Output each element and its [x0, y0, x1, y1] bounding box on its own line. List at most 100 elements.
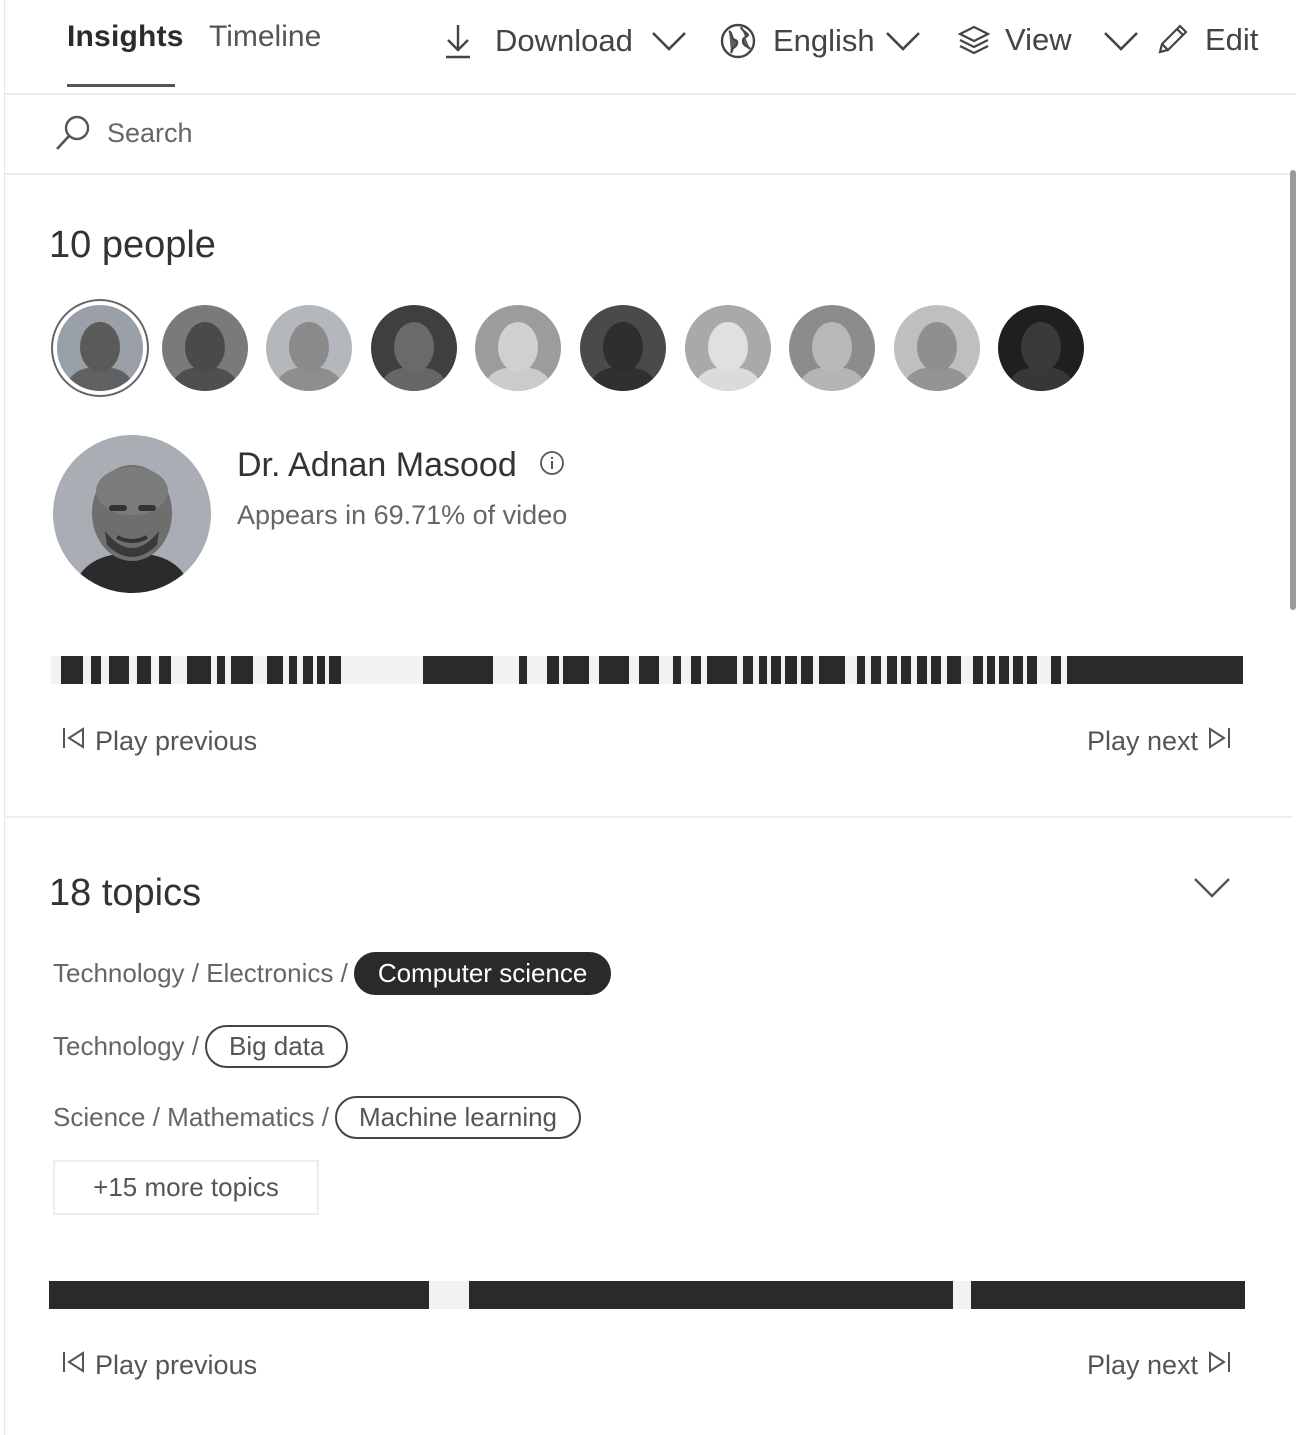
appearance-segment[interactable]: [887, 656, 897, 684]
download-button[interactable]: Download: [443, 22, 633, 60]
language-dropdown-chevron-icon[interactable]: [885, 30, 921, 57]
appearance-segment[interactable]: [639, 656, 659, 684]
people-play-next-button[interactable]: Play next: [1087, 726, 1232, 757]
appearance-segment[interactable]: [999, 656, 1009, 684]
appearance-segment[interactable]: [1027, 656, 1037, 684]
person-avatar-7[interactable]: [684, 305, 771, 391]
appearance-segment[interactable]: [61, 656, 83, 684]
appearance-segment[interactable]: [707, 656, 737, 684]
appearance-segment[interactable]: [289, 656, 297, 684]
person-avatar-10[interactable]: [998, 305, 1085, 391]
view-label: View: [1005, 22, 1072, 57]
appearance-segment[interactable]: [423, 656, 493, 684]
person-avatar-6[interactable]: [580, 305, 666, 391]
skip-previous-icon: [61, 1350, 87, 1381]
appearance-segment[interactable]: [1067, 656, 1243, 684]
person-avatar-5[interactable]: [475, 305, 562, 391]
active-tab-indicator: [67, 84, 175, 87]
topic-path: Science / Mathematics /: [53, 1102, 329, 1132]
appearance-segment[interactable]: [743, 656, 753, 684]
appearance-segment[interactable]: [91, 656, 101, 684]
person-avatar-2[interactable]: [161, 305, 248, 391]
download-dropdown-chevron-icon[interactable]: [651, 30, 687, 57]
appearance-segment[interactable]: [931, 656, 941, 684]
appearance-segment[interactable]: [819, 656, 845, 684]
tab-insights[interactable]: Insights: [67, 20, 184, 54]
appearance-percentage: Appears in 69.71% of video: [237, 500, 568, 530]
appearance-segment[interactable]: [987, 656, 995, 684]
topics-play-next-button[interactable]: Play next: [1087, 1350, 1232, 1381]
appearance-segment[interactable]: [691, 656, 701, 684]
people-play-previous-button[interactable]: Play previous: [61, 726, 257, 757]
topic-row: Science / Mathematics / Machine learning: [53, 1096, 582, 1139]
top-toolbar: Insights Timeline Download English View …: [5, 0, 1296, 95]
play-previous-label: Play previous: [95, 1350, 258, 1380]
search-input[interactable]: [105, 113, 609, 153]
selected-person-avatar: [53, 435, 211, 593]
edit-button[interactable]: Edit: [1155, 22, 1258, 58]
appearance-segment[interactable]: [917, 656, 927, 684]
appearance-segment[interactable]: [947, 656, 961, 684]
skip-previous-icon: [61, 726, 87, 757]
view-button[interactable]: View: [957, 22, 1072, 58]
person-name: Dr. Adnan Masood: [237, 446, 517, 484]
appearance-segment[interactable]: [329, 656, 341, 684]
person-appearance-timeline[interactable]: [51, 656, 1243, 684]
appearance-segment[interactable]: [217, 656, 225, 684]
appearance-segment[interactable]: [519, 656, 527, 684]
topic-appearance-timeline[interactable]: [49, 1281, 1245, 1309]
language-label: English: [773, 23, 875, 58]
download-label: Download: [495, 23, 633, 58]
appearance-segment[interactable]: [317, 656, 325, 684]
appearance-segment[interactable]: [673, 656, 681, 684]
scrollbar-thumb[interactable]: [1290, 170, 1296, 610]
person-avatar-4[interactable]: [370, 305, 457, 391]
person-avatar-1[interactable]: [57, 305, 143, 391]
more-topics-button[interactable]: +15 more topics: [53, 1160, 319, 1215]
appearance-segment[interactable]: [187, 656, 211, 684]
download-icon: [443, 22, 473, 60]
globe-icon: [719, 22, 757, 60]
edit-label: Edit: [1205, 22, 1259, 57]
topic-chip-machine-learning[interactable]: Machine learning: [335, 1096, 582, 1139]
appearance-segment[interactable]: [563, 656, 589, 684]
appearance-segment[interactable]: [785, 656, 797, 684]
appearance-segment[interactable]: [599, 656, 629, 684]
topic-chip-big-data[interactable]: Big data: [204, 1025, 349, 1068]
appearance-segment[interactable]: [971, 1281, 1245, 1309]
appearance-segment[interactable]: [857, 656, 865, 684]
appearance-segment[interactable]: [109, 656, 129, 684]
layers-icon: [957, 24, 991, 56]
appearance-segment[interactable]: [137, 656, 151, 684]
collapse-topics-chevron-icon[interactable]: [1193, 876, 1231, 905]
person-avatar-9[interactable]: [893, 305, 980, 391]
tab-timeline[interactable]: Timeline: [209, 20, 321, 54]
appearance-segment[interactable]: [973, 656, 983, 684]
info-icon[interactable]: [539, 450, 565, 481]
appearance-segment[interactable]: [1051, 656, 1061, 684]
view-dropdown-chevron-icon[interactable]: [1103, 30, 1139, 57]
appearance-segment[interactable]: [901, 656, 911, 684]
play-next-label: Play next: [1087, 726, 1199, 756]
play-next-label: Play next: [1087, 1350, 1199, 1380]
appearance-segment[interactable]: [469, 1281, 953, 1309]
appearance-segment[interactable]: [547, 656, 559, 684]
appearance-segment[interactable]: [159, 656, 171, 684]
appearance-segment[interactable]: [1013, 656, 1023, 684]
person-avatar-8[interactable]: [789, 305, 876, 391]
skip-next-icon: [1206, 726, 1232, 757]
appearance-segment[interactable]: [49, 1281, 429, 1309]
appearance-segment[interactable]: [267, 656, 283, 684]
language-button[interactable]: English: [719, 22, 875, 60]
appearance-segment[interactable]: [231, 656, 253, 684]
person-avatar-3[interactable]: [266, 305, 353, 391]
insights-panel: Insights Timeline Download English View …: [4, 0, 1296, 1435]
appearance-segment[interactable]: [871, 656, 881, 684]
appearance-segment[interactable]: [801, 656, 813, 684]
appearance-segment[interactable]: [771, 656, 781, 684]
appearance-segment[interactable]: [759, 656, 767, 684]
topic-chip-computer-science[interactable]: Computer science: [353, 952, 612, 995]
topics-play-previous-button[interactable]: Play previous: [61, 1350, 257, 1381]
appearance-segment[interactable]: [303, 656, 313, 684]
topic-row: Technology / Electronics / Computer scie…: [53, 952, 612, 995]
